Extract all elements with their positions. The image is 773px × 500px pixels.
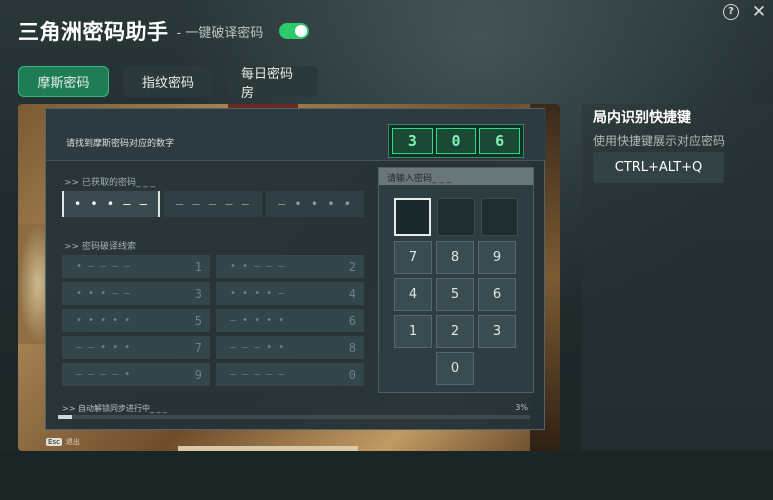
key-7[interactable]: 7 xyxy=(394,241,432,274)
clue-row: – – • • • 7 xyxy=(62,336,210,359)
clue-digit: 2 xyxy=(348,259,356,274)
clue-digit: 3 xyxy=(194,286,202,301)
key-2[interactable]: 2 xyxy=(436,315,474,348)
password-slot[interactable] xyxy=(437,198,475,236)
progress-text: >> 自动解锁同步进行中_ _ _ xyxy=(62,404,168,413)
side-title: 局内识别快捷键 xyxy=(593,110,691,126)
clue-digit: 5 xyxy=(194,313,202,328)
clue-row: – – – – • 9 xyxy=(62,363,210,386)
clue-code: – – • • • xyxy=(76,342,131,353)
clue-digit: 9 xyxy=(194,367,202,382)
keypad-label: 请输入密码_ _ _ xyxy=(379,168,533,185)
key-5[interactable]: 5 xyxy=(436,278,474,311)
puzzle-instruction: 请找到摩斯密码对应的数字 xyxy=(66,139,175,149)
key-0[interactable]: 0 xyxy=(436,352,474,385)
bottom-bar xyxy=(0,451,773,500)
key-4[interactable]: 4 xyxy=(394,278,432,311)
clue-code: – • • • • xyxy=(230,315,285,326)
clue-digit: 0 xyxy=(348,367,356,382)
morse-puzzle-window: 请找到摩斯密码对应的数字 3 0 6 >> 已获取的密码_ _ _ • • • … xyxy=(45,108,546,430)
toggle-knob xyxy=(295,25,308,37)
key-9[interactable]: 9 xyxy=(478,241,516,274)
clue-row: • • • • • 5 xyxy=(62,309,210,332)
clue-code: – – – – • xyxy=(76,369,131,380)
obtained-label: >> 已获取的密码_ _ _ xyxy=(64,178,156,188)
progress-percent: 3% xyxy=(515,403,528,412)
progress-fill xyxy=(58,415,73,419)
password-slot[interactable] xyxy=(480,198,519,236)
tab-morse[interactable]: 摩斯密码 xyxy=(18,66,109,97)
auto-decode-toggle[interactable] xyxy=(279,23,310,39)
clue-code: • • • – – xyxy=(76,288,131,299)
game-screenshot-panel: 请找到摩斯密码对应的数字 3 0 6 >> 已获取的密码_ _ _ • • • … xyxy=(18,104,560,451)
key-6[interactable]: 6 xyxy=(478,278,516,311)
keypad-panel: 请输入密码_ _ _ 7 8 9 4 5 6 1 2 3 0 xyxy=(378,167,534,393)
key-3[interactable]: 3 xyxy=(478,315,516,348)
tab-daily-room[interactable]: 每日密码房 xyxy=(227,66,318,101)
clue-row: • – – – – 1 xyxy=(62,255,210,278)
close-icon[interactable]: ✕ xyxy=(751,4,767,21)
key-8[interactable]: 8 xyxy=(436,241,474,274)
tab-fingerprint[interactable]: 指纹密码 xyxy=(123,66,213,97)
clue-row: – – – • • 8 xyxy=(216,336,364,359)
code-display: 3 0 6 xyxy=(388,124,524,158)
header: 三角洲密码助手 - 一键破译密码 xyxy=(18,14,310,48)
code-digit: 6 xyxy=(479,128,521,154)
clue-code: • • • • – xyxy=(230,288,285,299)
clue-row: • • • • – 4 xyxy=(216,282,364,305)
clue-code: • – – – – xyxy=(76,261,131,272)
obtained-slot: • • • – – xyxy=(62,191,160,217)
clue-digit: 4 xyxy=(348,286,356,301)
obtained-codes: • • • – – – – – – – – • • • • xyxy=(62,191,364,217)
progress-bar xyxy=(58,415,530,419)
side-description: 使用快捷键展示对应密码 xyxy=(593,134,726,148)
password-input-slots xyxy=(379,185,533,236)
key-1[interactable]: 1 xyxy=(394,315,432,348)
code-digit: 0 xyxy=(435,128,477,154)
clue-code: • • • • • xyxy=(76,315,131,326)
clue-row: – • • • • 6 xyxy=(216,309,364,332)
clue-digit: 7 xyxy=(194,340,202,355)
app-subtitle: - 一键破译密码 xyxy=(176,25,264,41)
esc-key[interactable]: Esc xyxy=(46,438,62,446)
tab-bar: 摩斯密码 指纹密码 每日密码房 xyxy=(18,66,318,101)
obtained-slot: – • • • • xyxy=(266,191,364,217)
password-slot[interactable] xyxy=(394,198,432,236)
clue-digit: 8 xyxy=(348,340,356,355)
clues-label: >> 密码破译线索 xyxy=(64,242,136,252)
clue-row: • • • – – 3 xyxy=(62,282,210,305)
number-keys: 7 8 9 4 5 6 1 2 3 0 xyxy=(379,236,533,390)
clue-row: • • – – – 2 xyxy=(216,255,364,278)
clue-code: • • – – – xyxy=(230,261,285,272)
obtained-slot: – – – – – xyxy=(164,191,262,217)
esc-hint: Esc 退出 xyxy=(46,437,80,447)
puzzle-header: 请找到摩斯密码对应的数字 3 0 6 xyxy=(46,109,546,161)
clue-digit: 1 xyxy=(194,259,202,274)
clue-code: – – – – – xyxy=(230,369,285,380)
clue-grid: • – – – – 1 • • – – – 2 • • • – – 3 • • • •… xyxy=(62,255,364,386)
clue-code: – – – • • xyxy=(230,342,285,353)
clue-digit: 6 xyxy=(348,313,356,328)
code-digit: 3 xyxy=(392,128,433,154)
shortcut-key-display[interactable]: CTRL+ALT+Q xyxy=(593,152,724,183)
question-circle-icon[interactable]: ? xyxy=(723,4,739,20)
shortcut-side-panel: 局内识别快捷键 使用快捷键展示对应密码 CTRL+ALT+Q xyxy=(582,104,773,451)
clue-row: – – – – – 0 xyxy=(216,363,364,386)
app-title: 三角洲密码助手 xyxy=(18,20,169,44)
esc-label: 退出 xyxy=(65,438,80,446)
